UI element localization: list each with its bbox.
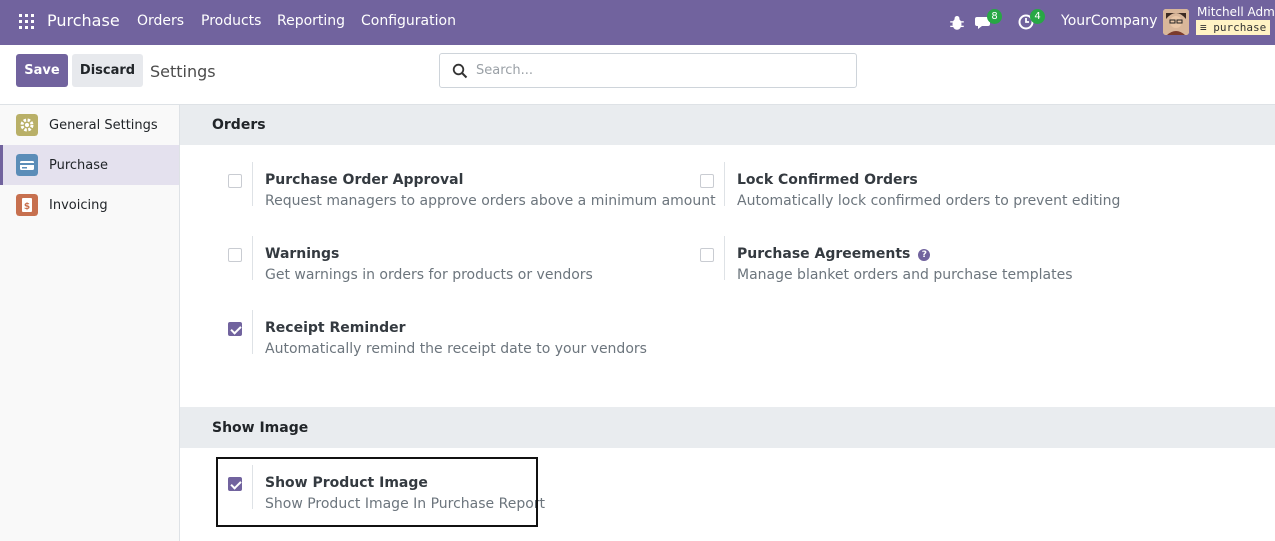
section-title: Orders bbox=[212, 117, 266, 133]
debug-bug-icon[interactable] bbox=[948, 14, 966, 32]
section-title: Show Image bbox=[212, 420, 309, 436]
top-navbar: Purchase Orders Products Reporting Confi… bbox=[0, 0, 1275, 45]
setting-description: Get warnings in orders for products or v… bbox=[265, 267, 593, 283]
app-brand[interactable]: Purchase bbox=[47, 11, 120, 30]
sidebar-item-label: General Settings bbox=[49, 117, 158, 133]
search-box[interactable] bbox=[439, 53, 857, 88]
menu-products[interactable]: Products bbox=[201, 13, 261, 29]
setting-title: Receipt Reminder bbox=[265, 320, 406, 336]
section-header-show-image: Show Image bbox=[180, 407, 1275, 448]
divider bbox=[252, 162, 253, 206]
gear-icon bbox=[16, 114, 38, 136]
database-icon: ≡ bbox=[1200, 21, 1214, 34]
highlight-frame bbox=[216, 457, 538, 527]
company-switcher[interactable]: YourCompany bbox=[1061, 13, 1158, 29]
sidebar-item-label: Purchase bbox=[49, 157, 109, 173]
setting-description: Automatically lock confirmed orders to p… bbox=[737, 193, 1121, 209]
sidebar-item-invoicing[interactable]: $ Invoicing bbox=[0, 185, 179, 225]
sidebar-item-purchase[interactable]: Purchase bbox=[0, 145, 179, 185]
section-header-orders: Orders bbox=[180, 105, 1275, 145]
sidebar-item-general-settings[interactable]: General Settings bbox=[0, 105, 179, 145]
divider bbox=[252, 310, 253, 354]
setting-description: Request managers to approve orders above… bbox=[265, 193, 716, 209]
divider bbox=[724, 236, 725, 280]
save-button[interactable]: Save bbox=[16, 54, 68, 87]
setting-title: Purchase Order Approval bbox=[265, 172, 464, 188]
purchase-order-approval-checkbox[interactable] bbox=[228, 174, 242, 188]
setting-title: Warnings bbox=[265, 246, 340, 262]
user-name[interactable]: Mitchell Admin bbox=[1197, 5, 1275, 19]
help-icon[interactable]: ? bbox=[918, 249, 931, 261]
setting-title: Lock Confirmed Orders bbox=[737, 172, 918, 188]
setting-title: Purchase Agreements bbox=[737, 246, 911, 262]
svg-text:$: $ bbox=[24, 202, 30, 212]
activities-count-badge: 4 bbox=[1030, 9, 1045, 24]
database-name: purchase bbox=[1213, 21, 1267, 34]
purchase-app-icon bbox=[16, 154, 38, 176]
setting-description: Manage blanket orders and purchase templ… bbox=[737, 267, 1073, 283]
control-panel: Save Discard Settings bbox=[0, 45, 1275, 105]
database-badge: ≡ purchase bbox=[1196, 20, 1271, 35]
user-avatar[interactable] bbox=[1163, 9, 1189, 35]
search-input[interactable] bbox=[476, 55, 846, 86]
settings-sidebar: General Settings Purchase $ Invoicing bbox=[0, 105, 180, 541]
setting-title-row: Purchase Agreements? bbox=[737, 246, 931, 262]
warnings-checkbox[interactable] bbox=[228, 248, 242, 262]
setting-description: Automatically remind the receipt date to… bbox=[265, 341, 647, 357]
messages-count-badge: 8 bbox=[987, 9, 1002, 24]
menu-reporting[interactable]: Reporting bbox=[277, 13, 345, 29]
search-icon bbox=[452, 63, 468, 79]
purchase-agreements-checkbox[interactable] bbox=[700, 248, 714, 262]
page-title: Settings bbox=[150, 62, 216, 81]
sidebar-item-label: Invoicing bbox=[49, 197, 108, 213]
divider bbox=[724, 162, 725, 206]
divider bbox=[252, 236, 253, 280]
settings-content: Orders Purchase Order Approval Request m… bbox=[180, 105, 1275, 541]
invoicing-app-icon: $ bbox=[16, 194, 38, 216]
lock-confirmed-orders-checkbox[interactable] bbox=[700, 174, 714, 188]
receipt-reminder-checkbox[interactable] bbox=[228, 322, 242, 336]
app-menu-icon[interactable] bbox=[19, 14, 34, 29]
menu-configuration[interactable]: Configuration bbox=[361, 13, 456, 29]
menu-orders[interactable]: Orders bbox=[137, 13, 184, 29]
discard-button[interactable]: Discard bbox=[72, 54, 143, 87]
